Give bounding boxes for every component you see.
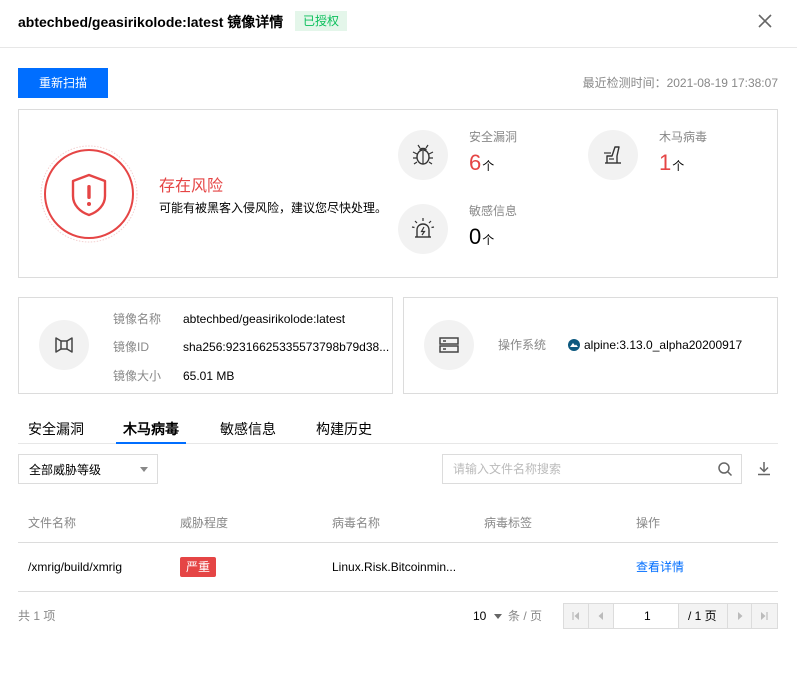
download-icon[interactable] (757, 461, 771, 476)
threat-level-value: 全部威胁等级 (29, 463, 102, 477)
dialog-title: abtechbed/geasirikolode:latest 镜像详情 (18, 14, 284, 30)
stat-unit: 个 (482, 159, 495, 173)
image-size-label: 镜像大小 (113, 369, 162, 383)
last-page-button[interactable] (752, 604, 777, 628)
tab-sensitive-info[interactable]: 敏感信息 (220, 415, 276, 444)
next-page-icon (738, 612, 743, 620)
authorized-badge: 已授权 (295, 11, 348, 31)
trojan-table: 文件名称 威胁程度 病毒名称 病毒标签 操作 /xmrig/build/xmri… (18, 503, 778, 592)
image-id-label: 镜像ID (113, 340, 150, 354)
os-label: 操作系统 (498, 338, 547, 352)
os-info-card: 操作系统 alpine:3.13.0_alpha20200917 (403, 297, 778, 394)
first-page-button[interactable] (564, 604, 589, 628)
table-row: /xmrig/build/xmrig 严重 Linux.Risk.Bitcoin… (18, 543, 778, 592)
search-icon[interactable] (717, 461, 733, 477)
pager: / 1 页 (563, 603, 778, 629)
page-size-select[interactable]: 10 (473, 609, 502, 623)
last-check-time: 最近检测时间：2021-08-19 17:38:07 (582, 76, 778, 90)
image-info-card: 镜像名称 abtechbed/geasirikolode:latest 镜像ID… (18, 297, 393, 394)
view-details-link[interactable]: 查看详情 (636, 560, 684, 574)
next-page-button[interactable] (727, 604, 752, 628)
tab-trojans[interactable]: 木马病毒 (116, 415, 186, 444)
threat-severity-tag: 严重 (180, 557, 217, 577)
server-icon (424, 320, 474, 370)
close-icon[interactable] (756, 12, 774, 30)
file-search-input[interactable] (443, 455, 713, 483)
page-number-input[interactable] (614, 604, 679, 628)
stat-label: 敏感信息 (469, 204, 518, 218)
prev-page-button[interactable] (589, 604, 614, 628)
file-path: /xmrig/build/xmrig (28, 560, 123, 574)
image-name-label: 镜像名称 (113, 312, 162, 326)
risk-shield-icon (39, 144, 139, 244)
file-search-box (442, 454, 742, 484)
alarm-icon (398, 204, 448, 254)
image-name-value: abtechbed/geasirikolode:latest (183, 312, 346, 326)
page-size-value: 10 (473, 609, 487, 623)
chevron-down-icon (140, 467, 148, 472)
table-header: 文件名称 威胁程度 病毒名称 病毒标签 操作 (18, 503, 778, 543)
sensitive-count: 0 (469, 224, 482, 249)
last-page-icon (761, 612, 768, 620)
risk-title: 存在风险 (159, 178, 224, 195)
os-value: alpine:3.13.0_alpha20200917 (584, 338, 743, 352)
virus-name: Linux.Risk.Bitcoinmin... (332, 560, 457, 574)
stat-unit: 个 (482, 233, 495, 247)
chevron-down-icon (493, 614, 502, 620)
threat-level-select[interactable]: 全部威胁等级 (18, 454, 158, 484)
bug-icon (398, 130, 448, 180)
column-action: 操作 (636, 516, 661, 530)
stat-trojans: 木马病毒 1个 (588, 130, 748, 180)
detail-tabs: 安全漏洞 木马病毒 敏感信息 构建历史 (18, 415, 778, 444)
column-virus-name: 病毒名称 (332, 516, 381, 530)
alpine-icon (568, 339, 580, 351)
stat-vulnerabilities: 安全漏洞 6个 (398, 130, 558, 180)
stat-label: 安全漏洞 (469, 130, 518, 144)
tab-build-history[interactable]: 构建历史 (316, 415, 372, 444)
page-size-unit: 条 / 页 (508, 609, 543, 623)
risk-description: 可能有被黑客入侵风险，建议您尽快处理。 (159, 201, 388, 215)
rescan-button[interactable]: 重新扫描 (18, 68, 108, 98)
total-count: 共 1 项 (18, 609, 56, 623)
image-size-value: 65.01 MB (183, 369, 235, 383)
stat-label: 木马病毒 (659, 130, 708, 144)
first-page-icon (572, 612, 579, 620)
stat-unit: 个 (672, 159, 685, 173)
column-file-name: 文件名称 (28, 516, 77, 530)
column-virus-tag: 病毒标签 (484, 516, 533, 530)
risk-summary-card: 存在风险 可能有被黑客入侵风险，建议您尽快处理。 安全漏洞 6个 木马病毒 1个… (18, 109, 778, 278)
column-threat-level: 威胁程度 (180, 516, 229, 530)
dialog-header: abtechbed/geasirikolode:latest 镜像详情 已授权 (0, 0, 797, 48)
trojan-icon (588, 130, 638, 180)
vulnerability-count: 6 (469, 150, 482, 175)
prev-page-icon (598, 612, 603, 620)
image-id-value: sha256:92316625335573798b79d38... (183, 340, 390, 354)
trojan-count: 1 (659, 150, 672, 175)
image-icon (39, 320, 89, 370)
stat-sensitive: 敏感信息 0个 (398, 204, 558, 254)
tab-vulnerabilities[interactable]: 安全漏洞 (28, 415, 84, 444)
total-pages: / 1 页 (688, 609, 717, 623)
